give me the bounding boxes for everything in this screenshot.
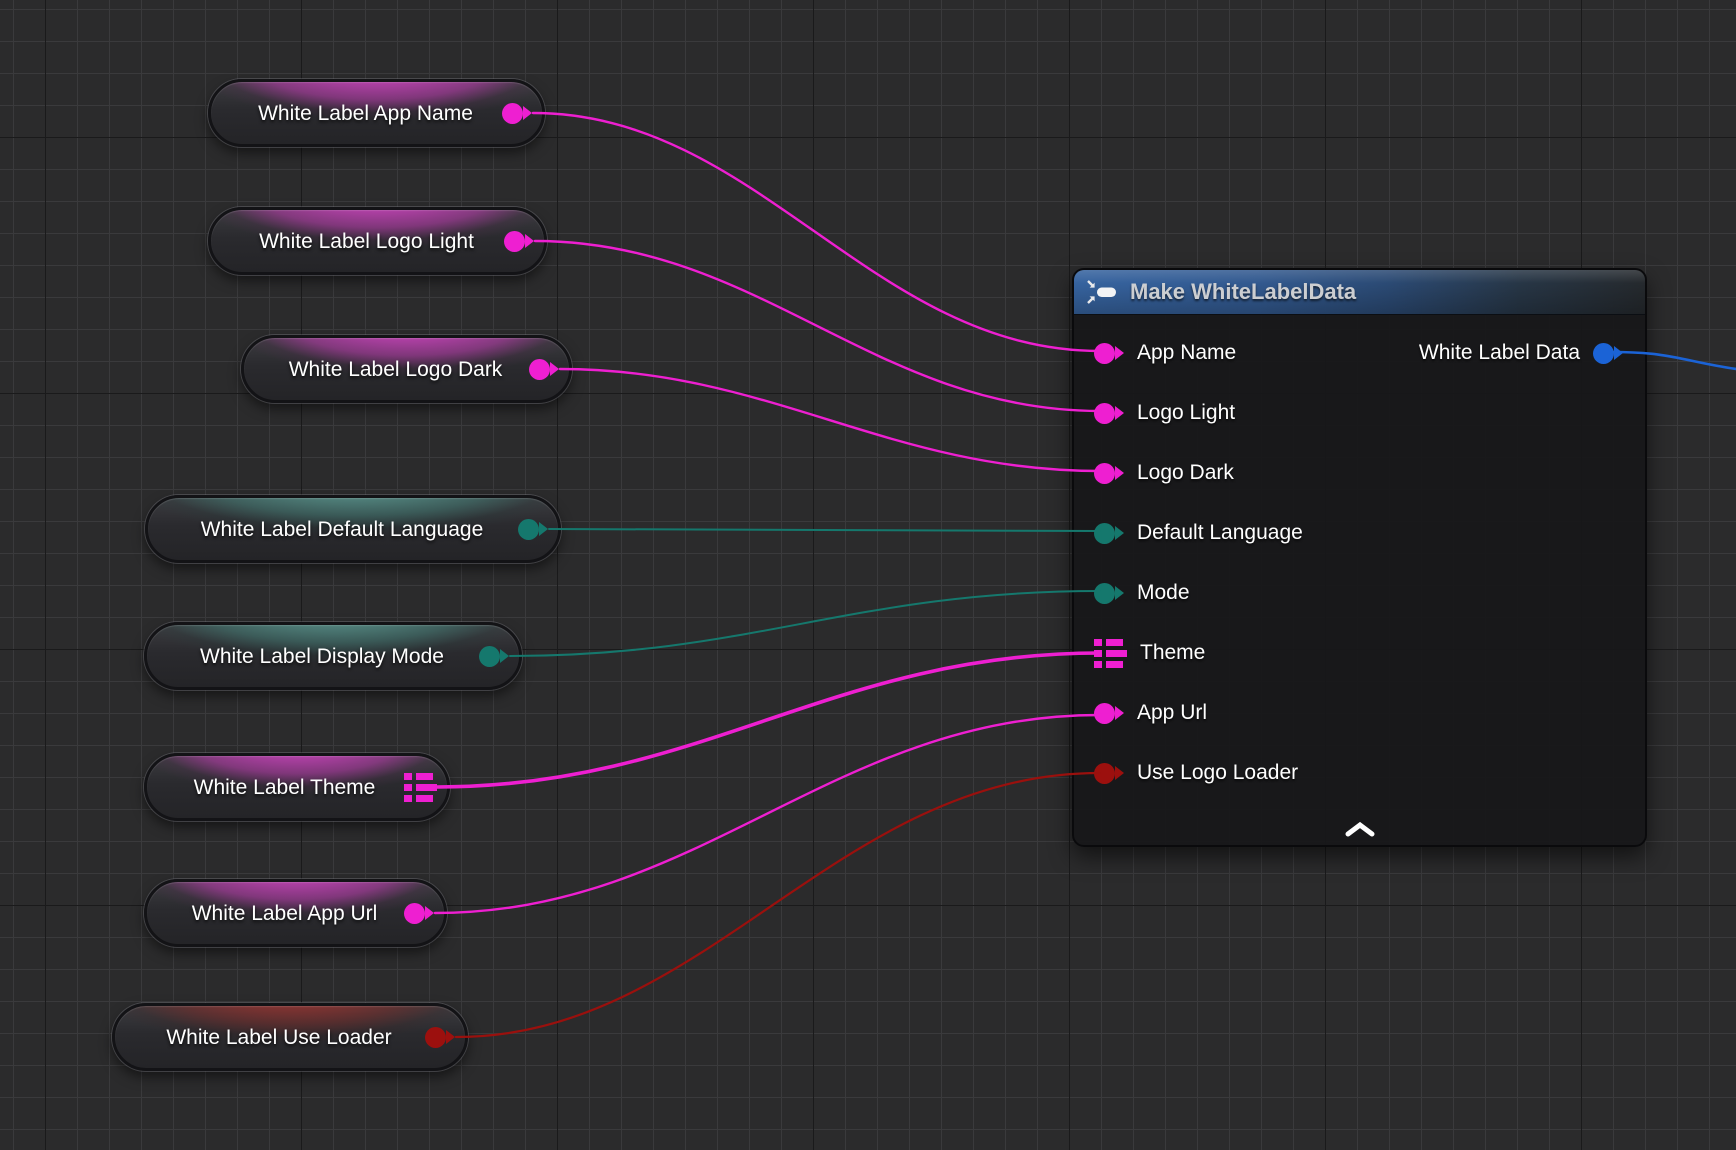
- pin-label: Mode: [1137, 581, 1190, 605]
- node-header[interactable]: Make WhiteLabelData: [1074, 270, 1645, 315]
- pin-label: Logo Dark: [1137, 461, 1234, 485]
- input-pin-logo-light[interactable]: [1094, 403, 1124, 424]
- variable-label: White Label App Url: [171, 903, 404, 924]
- variable-label: White Label App Name: [235, 103, 502, 124]
- variable-label: White Label Logo Light: [235, 231, 504, 252]
- variable-node-white-label-display-mode[interactable]: White Label Display Mode: [144, 622, 522, 690]
- struct-output-pin[interactable]: [404, 773, 437, 802]
- variable-node-white-label-app-url[interactable]: White Label App Url: [144, 879, 447, 947]
- pin-label: Default Language: [1137, 521, 1303, 545]
- enum-output-pin[interactable]: [518, 519, 548, 540]
- pin-label: White Label Data: [1419, 341, 1580, 365]
- variable-label: White Label Default Language: [172, 519, 518, 540]
- variable-label: White Label Logo Dark: [268, 359, 529, 380]
- pin-label: Logo Light: [1137, 401, 1235, 425]
- variable-label: White Label Display Mode: [171, 646, 479, 667]
- wire-theme: [437, 653, 1100, 787]
- string-output-pin[interactable]: [529, 359, 559, 380]
- string-output-pin[interactable]: [404, 903, 434, 924]
- variable-node-white-label-logo-dark[interactable]: White Label Logo Dark: [241, 335, 572, 403]
- wire-logo-dark: [560, 369, 1100, 471]
- make-struct-icon: [1086, 278, 1118, 306]
- input-pin-mode[interactable]: [1094, 583, 1124, 604]
- pin-row-app-url: App Url: [1074, 683, 1645, 743]
- wire-app-name: [533, 113, 1100, 351]
- bool-output-pin[interactable]: [425, 1027, 455, 1048]
- pin-label: App Name: [1137, 341, 1236, 365]
- graph-canvas[interactable]: White Label App Name White Label Logo Li…: [0, 0, 1736, 1150]
- wire-use-loader: [456, 773, 1100, 1037]
- pin-label: App Url: [1137, 701, 1207, 725]
- output-pin-white-label-data[interactable]: [1593, 343, 1623, 364]
- input-pin-use-logo-loader[interactable]: [1094, 763, 1124, 784]
- input-pin-app-name[interactable]: [1094, 343, 1124, 364]
- variable-label: White Label Theme: [171, 777, 404, 798]
- input-pin-logo-dark[interactable]: [1094, 463, 1124, 484]
- input-pin-theme[interactable]: [1094, 639, 1127, 668]
- wire-app-url: [435, 715, 1100, 913]
- pin-row-theme: Theme: [1074, 623, 1645, 683]
- pin-row-logo-light: Logo Light: [1074, 383, 1645, 443]
- wire-default-language: [549, 529, 1100, 531]
- pin-row-logo-dark: Logo Dark: [1074, 443, 1645, 503]
- make-whitelabeldata-node[interactable]: Make WhiteLabelData App Name Logo Light …: [1072, 268, 1647, 847]
- input-pin-default-language[interactable]: [1094, 523, 1124, 544]
- pin-label: Use Logo Loader: [1137, 761, 1298, 785]
- string-output-pin[interactable]: [502, 103, 532, 124]
- node-title: Make WhiteLabelData: [1130, 279, 1356, 305]
- enum-output-pin[interactable]: [479, 646, 509, 667]
- input-pin-rows: App Name Logo Light Logo Dark Default La…: [1074, 314, 1645, 803]
- string-output-pin[interactable]: [504, 231, 534, 252]
- variable-node-white-label-app-name[interactable]: White Label App Name: [208, 79, 545, 147]
- pin-row-mode: Mode: [1074, 563, 1645, 623]
- wire-display-mode: [510, 591, 1100, 656]
- wire-logo-light: [535, 241, 1100, 411]
- input-pin-app-url[interactable]: [1094, 703, 1124, 724]
- variable-node-white-label-logo-light[interactable]: White Label Logo Light: [208, 207, 547, 275]
- variable-label: White Label Use Loader: [139, 1027, 425, 1048]
- variable-node-white-label-use-loader[interactable]: White Label Use Loader: [112, 1003, 468, 1071]
- variable-node-white-label-default-language[interactable]: White Label Default Language: [145, 495, 561, 563]
- pin-row-white-label-data: White Label Data: [1419, 323, 1623, 383]
- variable-node-white-label-theme[interactable]: White Label Theme: [144, 753, 450, 821]
- collapse-chevron-icon[interactable]: [1343, 821, 1377, 839]
- pin-row-default-language: Default Language: [1074, 503, 1645, 563]
- pin-row-use-logo-loader: Use Logo Loader: [1074, 743, 1645, 803]
- pin-label: Theme: [1140, 641, 1205, 665]
